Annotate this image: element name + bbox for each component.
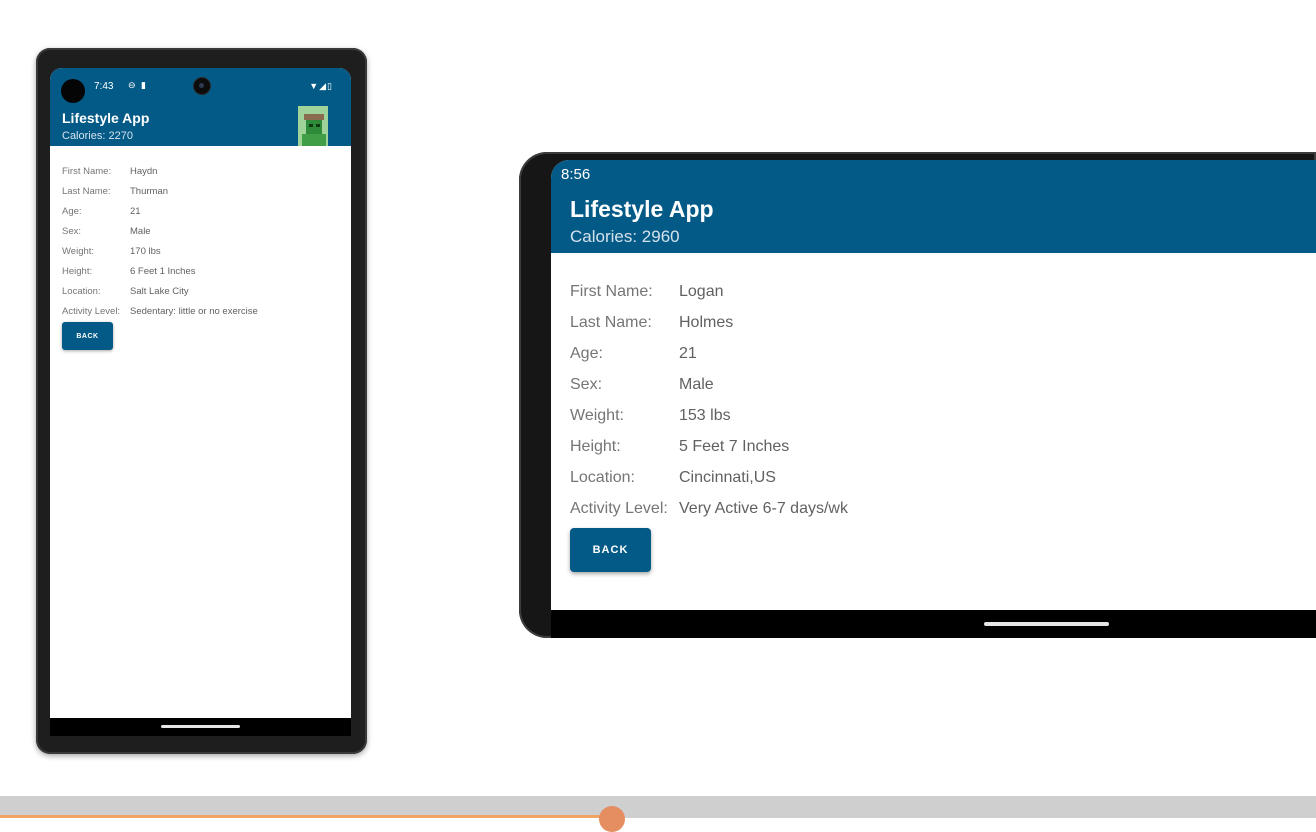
- home-indicator[interactable]: [161, 725, 240, 728]
- field-value: 153 lbs: [679, 407, 731, 424]
- field-label: Location:: [570, 469, 635, 486]
- status-time: 7:43: [94, 81, 114, 92]
- field-value: Very Active 6-7 days/wk: [679, 500, 848, 517]
- landscape-phone-frame: 8:56 Lifestyle App Calories: 2960 First …: [519, 152, 1316, 638]
- profile-row: Last Name: Thurman: [62, 186, 342, 206]
- avatar-body: [302, 134, 326, 146]
- field-label: Activity Level:: [570, 500, 668, 517]
- field-label: First Name:: [62, 166, 112, 177]
- profile-row: Age: 21: [62, 206, 342, 226]
- field-value: Male: [679, 376, 714, 393]
- portrait-screen: 7:43 ⊖ ▮ ▼◢▯ Lifestyle App Calories: 227…: [50, 68, 351, 736]
- status-bar: 7:43 ⊖ ▮ ▼◢▯: [50, 68, 351, 106]
- avatar-eye: [309, 124, 313, 127]
- scrubber-handle[interactable]: [599, 806, 625, 832]
- avatar-eye: [316, 124, 320, 127]
- calories-label: Calories: 2960: [570, 227, 680, 246]
- app-title: Lifestyle App: [570, 196, 714, 222]
- profile-row: Weight: 153 lbs: [570, 407, 1270, 438]
- avatar-face: [306, 120, 322, 134]
- navigation-bar: [50, 718, 351, 736]
- field-label: Last Name:: [570, 314, 652, 331]
- profile-row: First Name: Haydn: [62, 166, 342, 186]
- back-button[interactable]: BACK: [570, 528, 651, 572]
- field-label: Weight:: [62, 246, 95, 257]
- field-label: Last Name:: [62, 186, 111, 197]
- profile-row: Location: Cincinnati,US: [570, 469, 1270, 500]
- profile-row: Sex: Male: [570, 376, 1270, 407]
- field-value: 21: [130, 206, 141, 217]
- field-value: Thurman: [130, 186, 169, 197]
- profile-row: Weight: 170 lbs: [62, 246, 342, 266]
- field-value: Cincinnati,US: [679, 469, 776, 486]
- profile-details: First Name: Haydn Last Name: Thurman Age…: [62, 166, 342, 326]
- field-value: Logan: [679, 283, 724, 300]
- profile-dot: [61, 79, 85, 103]
- field-value: 21: [679, 345, 697, 362]
- portrait-phone-frame: 7:43 ⊖ ▮ ▼◢▯ Lifestyle App Calories: 227…: [36, 48, 367, 754]
- landscape-screen: 8:56 Lifestyle App Calories: 2960 First …: [551, 160, 1316, 610]
- field-label: First Name:: [570, 283, 653, 300]
- field-value: Male: [130, 226, 151, 237]
- field-value: Holmes: [679, 314, 734, 331]
- calories-label: Calories: 2270: [62, 130, 133, 142]
- camera-cutout-icon: [193, 77, 211, 95]
- profile-row: Height: 6 Feet 1 Inches: [62, 266, 342, 286]
- field-value: Salt Lake City: [130, 286, 189, 297]
- navigation-bar: [551, 610, 1316, 638]
- field-label: Location:: [62, 286, 101, 297]
- field-value: Haydn: [130, 166, 158, 177]
- battery-icon: ▯: [327, 81, 333, 91]
- home-indicator[interactable]: [984, 622, 1109, 626]
- profile-details: First Name: Logan Last Name: Holmes Age:…: [570, 283, 1270, 531]
- profile-row: Activity Level: Very Active 6-7 days/wk: [570, 500, 1270, 531]
- signal-icon: ◢: [319, 81, 328, 91]
- status-time: 8:56: [561, 166, 591, 183]
- app-bar: 8:56 Lifestyle App Calories: 2960: [551, 160, 1316, 253]
- field-value: 5 Feet 7 Inches: [679, 438, 790, 455]
- profile-row: Last Name: Holmes: [570, 314, 1270, 345]
- field-label: Height:: [62, 266, 93, 277]
- field-label: Sex:: [62, 226, 82, 237]
- app-title: Lifestyle App: [62, 110, 150, 126]
- wifi-icon: ▼: [309, 81, 320, 91]
- field-label: Age:: [62, 206, 82, 217]
- profile-row: First Name: Logan: [570, 283, 1270, 314]
- back-button[interactable]: BACK: [62, 322, 113, 350]
- field-label: Weight:: [570, 407, 624, 424]
- profile-row: Height: 5 Feet 7 Inches: [570, 438, 1270, 469]
- field-value: Sedentary: little or no exercise: [130, 306, 258, 317]
- sim-icon: ▮: [141, 80, 146, 90]
- field-label: Activity Level:: [62, 306, 121, 317]
- app-bar: 7:43 ⊖ ▮ ▼◢▯ Lifestyle App Calories: 227…: [50, 68, 351, 146]
- video-scrubber[interactable]: [0, 796, 1316, 832]
- status-right-icons: ▼◢▯: [309, 81, 333, 92]
- field-label: Height:: [570, 438, 621, 455]
- avatar[interactable]: [298, 106, 328, 146]
- profile-row: Age: 21: [570, 345, 1270, 376]
- profile-row: Sex: Male: [62, 226, 342, 246]
- field-value: 170 lbs: [130, 246, 161, 257]
- field-label: Age:: [570, 345, 603, 362]
- field-label: Sex:: [570, 376, 603, 393]
- dnd-icon: ⊖: [128, 80, 136, 90]
- field-value: 6 Feet 1 Inches: [130, 266, 196, 277]
- profile-row: Location: Salt Lake City: [62, 286, 342, 306]
